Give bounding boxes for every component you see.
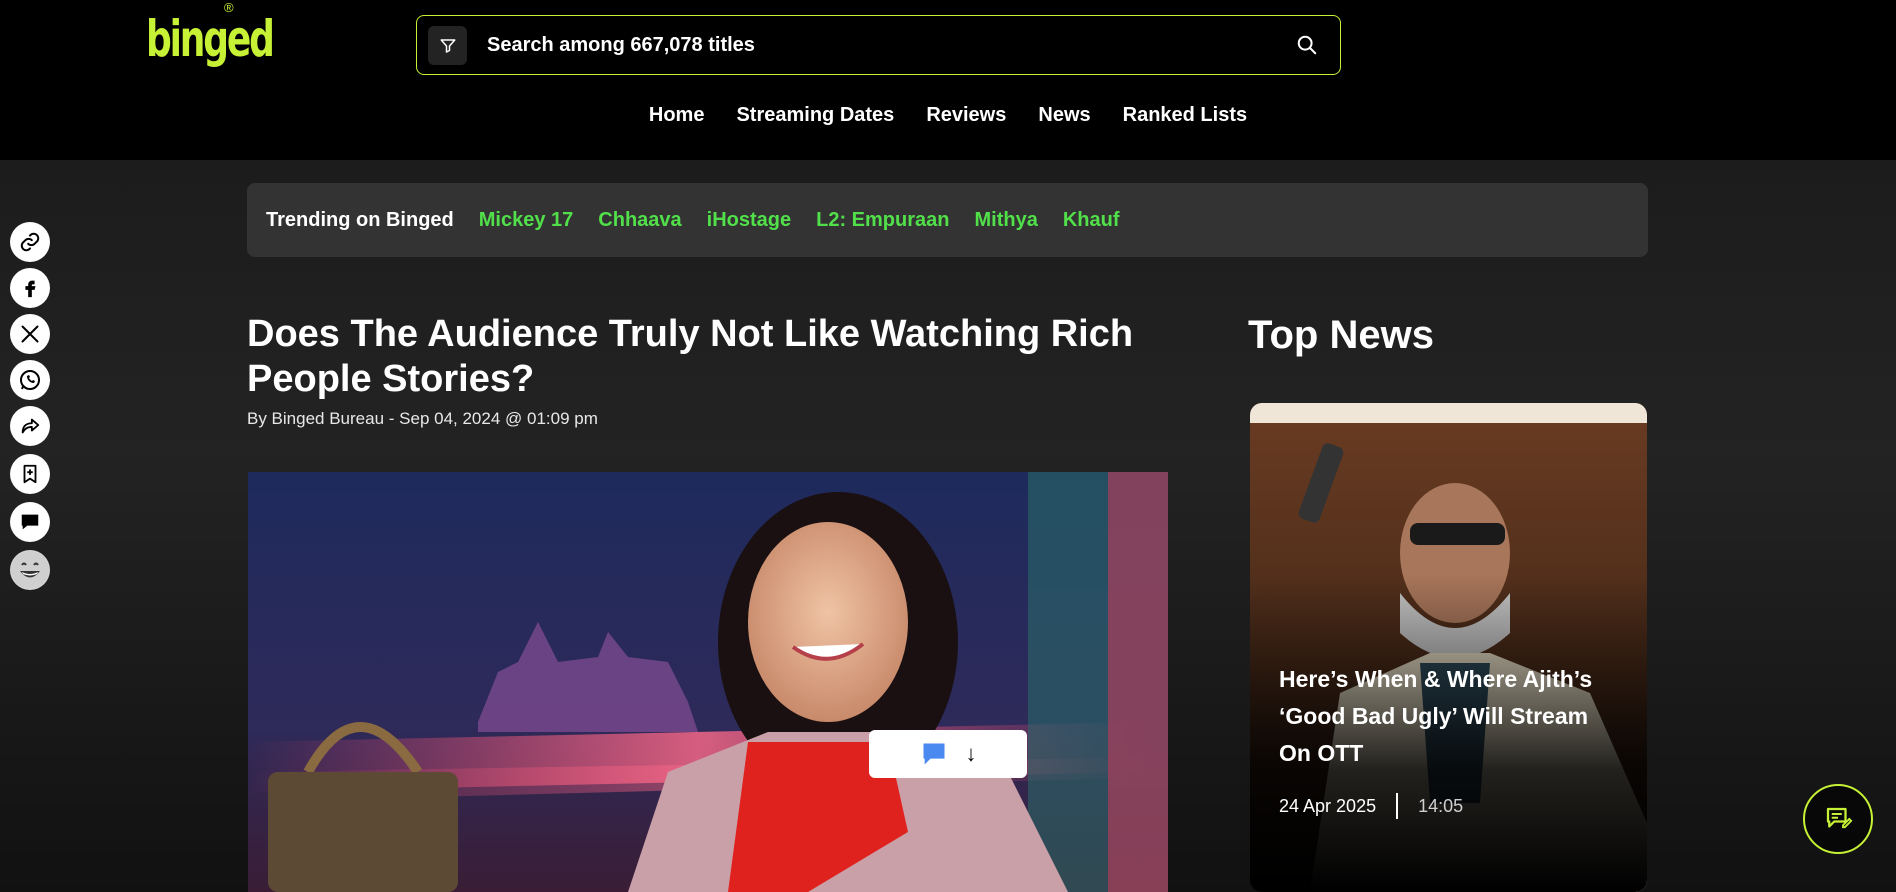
trending-link[interactable]: Mithya	[974, 209, 1037, 232]
trending-link[interactable]: Khauf	[1063, 209, 1120, 232]
trending-label: Trending on Binged	[266, 208, 454, 231]
link-icon	[20, 232, 40, 252]
comment-button[interactable]	[10, 502, 50, 542]
x-icon	[21, 325, 39, 343]
comments-toggle[interactable]: ↓	[869, 730, 1027, 778]
arrow-down-icon: ↓	[965, 741, 977, 766]
filter-icon	[440, 38, 455, 53]
site-header: binged ® Search among 667,078 titles Hom…	[0, 0, 1896, 160]
nav-news[interactable]: News	[1038, 104, 1090, 127]
emoji-icon	[11, 551, 49, 589]
search-input[interactable]: Search among 667,078 titles	[487, 34, 755, 57]
copy-link-button[interactable]	[10, 222, 50, 262]
trending-link[interactable]: Mickey 17	[479, 209, 574, 232]
top-news-card[interactable]: Here’s When & Where Ajith’s ‘Good Bad Ug…	[1250, 403, 1647, 892]
main-nav: Home Streaming Dates Reviews News Ranked…	[0, 104, 1896, 127]
registered-mark: ®	[224, 0, 234, 15]
search-icon[interactable]	[1296, 34, 1318, 56]
article-title: Does The Audience Truly Not Like Watchin…	[247, 313, 1134, 400]
facebook-share-button[interactable]	[10, 268, 50, 308]
filter-button[interactable]	[428, 26, 467, 65]
news-card-title[interactable]: Here’s When & Where Ajith’s ‘Good Bad Ug…	[1279, 661, 1619, 772]
news-card-meta: 24 Apr 2025 14:05	[1279, 793, 1463, 819]
top-news-heading: Top News	[1248, 313, 1434, 357]
nav-reviews[interactable]: Reviews	[926, 104, 1006, 127]
article-byline: By Binged Bureau - Sep 04, 2024 @ 01:09 …	[247, 409, 598, 428]
trending-link[interactable]: Chhaava	[598, 209, 681, 232]
reaction-button[interactable]	[10, 550, 50, 590]
trending-link[interactable]: iHostage	[707, 209, 791, 232]
content-area: Trending on Binged Mickey 17 Chhaava iHo…	[0, 160, 1896, 892]
meta-divider	[1396, 793, 1399, 819]
comment-icon	[21, 514, 39, 530]
share-icon	[21, 418, 40, 434]
news-card-time: 14:05	[1418, 795, 1464, 816]
whatsapp-share-button[interactable]	[10, 360, 50, 400]
page: binged ® Search among 667,078 titles Hom…	[0, 0, 1896, 892]
facebook-icon	[25, 280, 36, 298]
x-share-button[interactable]	[10, 314, 50, 354]
feedback-icon	[1826, 807, 1853, 829]
nav-ranked-lists[interactable]: Ranked Lists	[1123, 104, 1247, 127]
trending-bar: Trending on Binged Mickey 17 Chhaava iHo…	[247, 183, 1648, 257]
feedback-button[interactable]	[1803, 784, 1873, 854]
bookmark-button[interactable]	[10, 454, 50, 494]
news-card-date: 24 Apr 2025	[1279, 795, 1377, 816]
nav-streaming-dates[interactable]: Streaming Dates	[736, 104, 894, 127]
article-hero-image	[248, 472, 1168, 892]
binged-logo[interactable]: binged	[146, 10, 275, 68]
hero-illustration	[248, 472, 1168, 892]
bookmark-icon	[23, 464, 37, 484]
comment-icon	[923, 743, 944, 765]
share-button[interactable]	[10, 406, 50, 446]
whatsapp-icon	[20, 370, 40, 390]
nav-home[interactable]: Home	[649, 104, 705, 127]
trending-link[interactable]: L2: Empuraan	[816, 209, 949, 232]
search-bar[interactable]: Search among 667,078 titles	[416, 15, 1341, 75]
